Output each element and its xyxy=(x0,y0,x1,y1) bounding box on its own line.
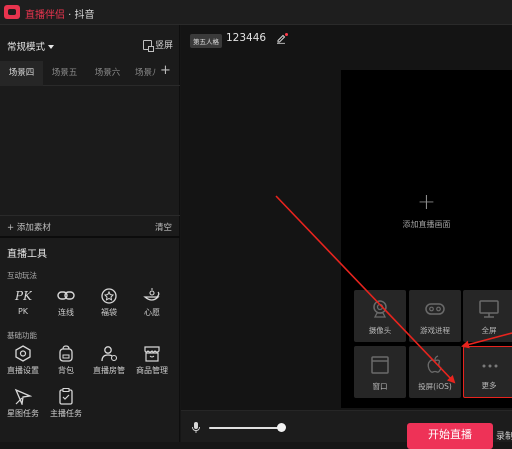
source-ios-cast[interactable]: 投屏(iOS) xyxy=(409,346,461,398)
tool-label: 直播设置 xyxy=(7,366,39,375)
source-label: 窗口 xyxy=(372,382,388,391)
app-platform: 抖音 xyxy=(74,10,95,21)
tool-label: 星图任务 xyxy=(7,409,39,418)
tool-label: 心愿 xyxy=(144,308,160,317)
source-window[interactable]: 窗口 xyxy=(354,346,406,398)
notification-dot xyxy=(285,33,288,36)
title-separator: · xyxy=(65,10,75,21)
mode-label: 常规模式 xyxy=(7,42,46,53)
apple-icon xyxy=(427,355,442,373)
monitor-icon xyxy=(479,300,499,318)
preview-canvas[interactable]: + 添加直播画面 摄像头 游戏进程 全屏 窗口 投屏(iOS) 更多 xyxy=(341,70,512,408)
link-icon xyxy=(57,287,75,304)
lucky-bag-icon xyxy=(100,287,118,304)
room-admin-icon xyxy=(100,345,118,362)
materials-bar: + 添加素材 清空 xyxy=(0,215,180,237)
backpack-icon xyxy=(57,345,75,362)
source-label: 投屏(iOS) xyxy=(418,382,452,391)
tab-scene-8[interactable]: 场景八 xyxy=(129,61,157,86)
tool-lucky-bag[interactable]: 福袋 xyxy=(89,287,129,318)
source-more[interactable]: 更多 xyxy=(463,346,512,398)
vertical-screen-button[interactable]: 竖屏 xyxy=(142,38,173,52)
add-scene-tab-button[interactable]: + xyxy=(160,63,171,78)
tool-label: 连线 xyxy=(58,308,74,317)
clear-button[interactable]: 清空 xyxy=(155,221,172,233)
group-label-interactive: 互动玩法 xyxy=(7,271,37,280)
volume-slider[interactable] xyxy=(209,427,281,429)
tool-live-settings[interactable]: 直播设置 xyxy=(3,345,43,376)
tool-label: 直播房管 xyxy=(93,366,125,375)
source-label: 全屏 xyxy=(481,326,497,335)
tool-pk[interactable]: PK PK xyxy=(3,287,43,316)
caret-down-icon xyxy=(48,45,55,49)
tool-label: 背包 xyxy=(58,366,74,375)
tool-room-admin[interactable]: 直播房管 xyxy=(89,345,129,376)
tool-label: 主播任务 xyxy=(50,409,82,418)
microphone-icon[interactable] xyxy=(192,422,200,433)
camera-icon xyxy=(373,300,387,318)
pk-icon: PK xyxy=(14,287,33,304)
tool-label: PK xyxy=(17,307,29,316)
app-title: 直播伴侣 · 抖音 xyxy=(25,6,95,21)
vertical-screen-label: 竖屏 xyxy=(154,41,173,51)
star-map-icon xyxy=(14,388,33,407)
mode-row: 常规模式 竖屏 xyxy=(0,25,180,61)
source-game-process[interactable]: 游戏进程 xyxy=(409,290,461,342)
tool-label: 福袋 xyxy=(101,308,117,317)
app-logo-icon xyxy=(4,5,20,19)
tool-product-manage[interactable]: 商品管理 xyxy=(132,345,172,376)
tool-wish[interactable]: 心愿 xyxy=(132,287,172,318)
add-scene-label: 添加直播画面 xyxy=(402,220,451,229)
tool-label: 商品管理 xyxy=(136,366,168,375)
tool-anchor-tasks[interactable]: 主播任务 xyxy=(46,388,86,419)
tools-title: 直播工具 xyxy=(7,249,47,260)
main-area: 第五人格 123446 + 添加直播画面 摄像头 游戏进程 全屏 窗口 投屏(i… xyxy=(181,25,512,449)
shop-icon xyxy=(143,345,161,362)
group-label-basic: 基础功能 xyxy=(7,331,37,340)
source-fullscreen[interactable]: 全屏 xyxy=(463,290,512,342)
mode-dropdown[interactable]: 常规模式 xyxy=(7,39,55,53)
tab-scene-6[interactable]: 场景六 xyxy=(86,61,129,86)
divider xyxy=(0,236,180,238)
hexagon-settings-icon xyxy=(14,345,32,362)
gamepad-icon xyxy=(425,303,445,315)
room-title: 123446 xyxy=(226,32,267,44)
record-button[interactable]: 录制 xyxy=(496,429,512,442)
volume-slider-handle[interactable] xyxy=(277,423,286,432)
add-material-button[interactable]: + 添加素材 xyxy=(7,221,51,233)
title-bar: 直播伴侣 · 抖音 xyxy=(0,0,512,25)
scene-tabs: 场景四 场景五 场景六 场景八 + xyxy=(0,61,180,86)
tab-scene-5[interactable]: 场景五 xyxy=(43,61,86,86)
svg-text:PK: PK xyxy=(14,289,32,303)
vertical-screen-icon xyxy=(142,40,154,52)
plus-icon: + xyxy=(417,190,436,215)
task-clipboard-icon xyxy=(57,388,75,405)
source-label: 游戏进程 xyxy=(420,326,450,335)
source-camera[interactable]: 摄像头 xyxy=(354,290,406,342)
app-brand: 直播伴侣 xyxy=(25,10,65,21)
tool-link[interactable]: 连线 xyxy=(46,287,86,318)
left-panel: 常规模式 竖屏 场景四 场景五 场景六 场景八 + + 添加素材 清空 直播工具… xyxy=(0,25,180,442)
source-label: 更多 xyxy=(481,381,497,390)
source-label: 摄像头 xyxy=(368,326,392,335)
tab-scene-4[interactable]: 场景四 xyxy=(0,61,43,86)
window-icon xyxy=(371,356,389,374)
wish-lamp-icon xyxy=(143,287,161,304)
add-live-scene-button[interactable]: + 添加直播画面 xyxy=(341,192,512,230)
tool-star-map-tasks[interactable]: 星图任务 xyxy=(3,388,43,419)
start-live-button[interactable]: 开始直播 xyxy=(407,423,493,449)
tool-backpack[interactable]: 背包 xyxy=(46,345,86,376)
more-dots-icon xyxy=(482,364,498,368)
room-category-badge: 第五人格 xyxy=(190,34,222,48)
bottom-bar: 开始直播 录制 xyxy=(181,410,512,449)
